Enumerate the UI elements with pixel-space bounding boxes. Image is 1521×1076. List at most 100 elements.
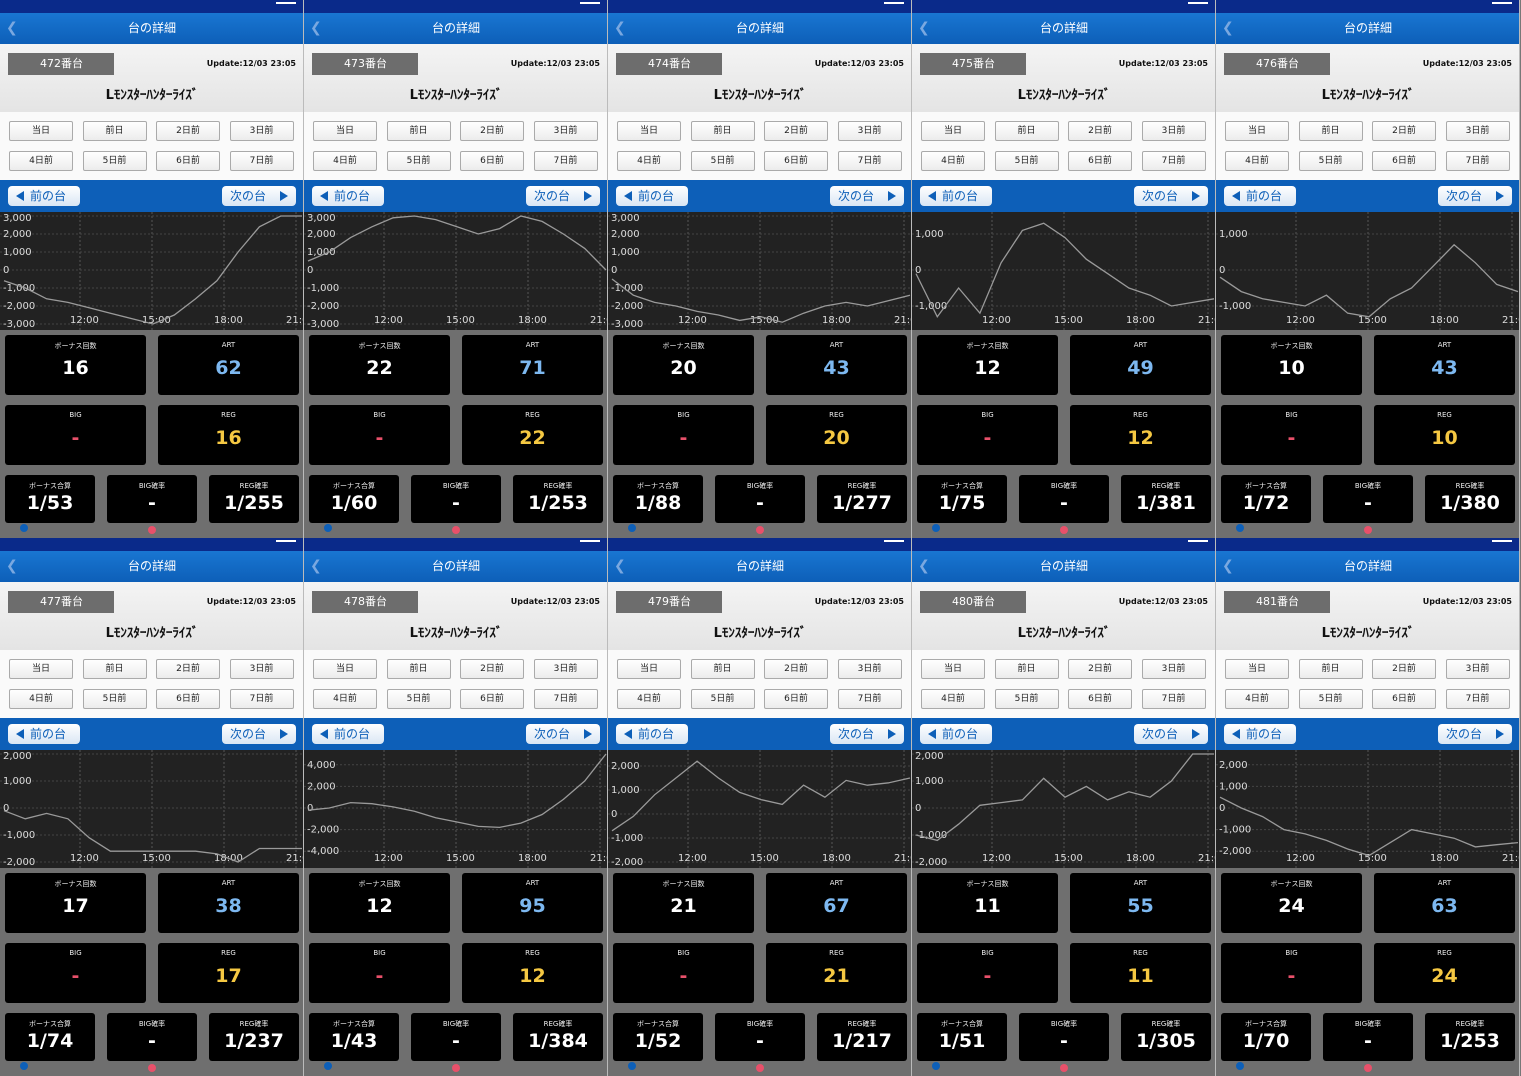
page-dot[interactable]	[932, 524, 940, 532]
next-machine-button[interactable]: 次の台	[222, 186, 296, 206]
page-dot-active[interactable]	[148, 1064, 156, 1072]
day-button[interactable]: 2日前	[156, 659, 220, 679]
day-button[interactable]: 5日前	[1298, 689, 1363, 709]
next-machine-button[interactable]: 次の台	[1438, 724, 1512, 744]
page-dot[interactable]	[1236, 524, 1244, 532]
day-button[interactable]: 3日前	[837, 659, 902, 679]
back-chevron-icon[interactable]: ❮	[6, 551, 18, 582]
day-button[interactable]: 4日前	[1225, 689, 1289, 709]
prev-machine-button[interactable]: 前の台	[1224, 186, 1296, 206]
day-button[interactable]: 7日前	[229, 689, 294, 709]
day-button[interactable]: 前日	[1298, 659, 1363, 679]
page-dot[interactable]	[20, 1062, 28, 1070]
day-button[interactable]: 前日	[994, 121, 1059, 141]
page-dot[interactable]	[324, 1062, 332, 1070]
day-button[interactable]: 当日	[617, 659, 681, 679]
page-dot-active[interactable]	[756, 1064, 764, 1072]
day-button[interactable]: 当日	[9, 121, 73, 141]
page-dot[interactable]	[628, 1062, 636, 1070]
day-button[interactable]: 3日前	[229, 121, 294, 141]
day-button[interactable]: 2日前	[1068, 659, 1132, 679]
day-button[interactable]: 2日前	[156, 121, 220, 141]
menu-icon[interactable]	[580, 2, 600, 4]
day-button[interactable]: 前日	[82, 659, 147, 679]
day-button[interactable]: 4日前	[617, 151, 681, 171]
prev-machine-button[interactable]: 前の台	[8, 724, 80, 744]
day-button[interactable]: 2日前	[764, 659, 828, 679]
prev-machine-button[interactable]: 前の台	[312, 186, 384, 206]
day-button[interactable]: 7日前	[1445, 689, 1510, 709]
day-button[interactable]: 7日前	[1141, 689, 1206, 709]
day-button[interactable]: 5日前	[82, 689, 147, 709]
menu-icon[interactable]	[276, 2, 296, 4]
day-button[interactable]: 6日前	[1372, 689, 1436, 709]
next-machine-button[interactable]: 次の台	[1134, 724, 1208, 744]
day-button[interactable]: 6日前	[1372, 151, 1436, 171]
day-button[interactable]: 2日前	[1068, 121, 1132, 141]
page-dot-active[interactable]	[452, 1064, 460, 1072]
day-button[interactable]: 当日	[313, 659, 377, 679]
next-machine-button[interactable]: 次の台	[222, 724, 296, 744]
day-button[interactable]: 5日前	[994, 151, 1059, 171]
day-button[interactable]: 3日前	[1141, 121, 1206, 141]
next-machine-button[interactable]: 次の台	[830, 186, 904, 206]
prev-machine-button[interactable]: 前の台	[616, 724, 688, 744]
day-button[interactable]: 4日前	[313, 151, 377, 171]
day-button[interactable]: 4日前	[9, 689, 73, 709]
back-chevron-icon[interactable]: ❮	[310, 551, 322, 582]
day-button[interactable]: 前日	[82, 121, 147, 141]
prev-machine-button[interactable]: 前の台	[8, 186, 80, 206]
next-machine-button[interactable]: 次の台	[526, 724, 600, 744]
menu-icon[interactable]	[884, 2, 904, 4]
next-machine-button[interactable]: 次の台	[830, 724, 904, 744]
prev-machine-button[interactable]: 前の台	[312, 724, 384, 744]
prev-machine-button[interactable]: 前の台	[1224, 724, 1296, 744]
menu-icon[interactable]	[884, 540, 904, 542]
next-machine-button[interactable]: 次の台	[526, 186, 600, 206]
page-dot-active[interactable]	[148, 526, 156, 534]
menu-icon[interactable]	[1492, 2, 1512, 4]
menu-icon[interactable]	[580, 540, 600, 542]
day-button[interactable]: 7日前	[229, 151, 294, 171]
prev-machine-button[interactable]: 前の台	[920, 186, 992, 206]
day-button[interactable]: 2日前	[460, 121, 524, 141]
day-button[interactable]: 前日	[690, 659, 755, 679]
day-button[interactable]: 前日	[386, 659, 451, 679]
day-button[interactable]: 前日	[1298, 121, 1363, 141]
day-button[interactable]: 5日前	[994, 689, 1059, 709]
day-button[interactable]: 5日前	[690, 151, 755, 171]
page-dot-active[interactable]	[1364, 1064, 1372, 1072]
prev-machine-button[interactable]: 前の台	[920, 724, 992, 744]
page-dot-active[interactable]	[1364, 526, 1372, 534]
day-button[interactable]: 2日前	[764, 121, 828, 141]
day-button[interactable]: 前日	[690, 121, 755, 141]
day-button[interactable]: 3日前	[837, 121, 902, 141]
day-button[interactable]: 当日	[921, 121, 985, 141]
day-button[interactable]: 5日前	[386, 151, 451, 171]
day-button[interactable]: 3日前	[533, 659, 598, 679]
day-button[interactable]: 当日	[1225, 121, 1289, 141]
back-chevron-icon[interactable]: ❮	[614, 13, 626, 44]
page-dot-active[interactable]	[1060, 526, 1068, 534]
day-button[interactable]: 7日前	[837, 151, 902, 171]
page-dot[interactable]	[324, 524, 332, 532]
day-button[interactable]: 6日前	[460, 151, 524, 171]
day-button[interactable]: 7日前	[533, 151, 598, 171]
day-button[interactable]: 前日	[386, 121, 451, 141]
day-button[interactable]: 当日	[1225, 659, 1289, 679]
page-dot-active[interactable]	[1060, 1064, 1068, 1072]
next-machine-button[interactable]: 次の台	[1134, 186, 1208, 206]
next-machine-button[interactable]: 次の台	[1438, 186, 1512, 206]
page-dot[interactable]	[1236, 1062, 1244, 1070]
back-chevron-icon[interactable]: ❮	[1222, 551, 1234, 582]
day-button[interactable]: 当日	[9, 659, 73, 679]
day-button[interactable]: 7日前	[837, 689, 902, 709]
day-button[interactable]: 6日前	[1068, 151, 1132, 171]
day-button[interactable]: 2日前	[460, 659, 524, 679]
page-dot-active[interactable]	[452, 526, 460, 534]
day-button[interactable]: 6日前	[156, 151, 220, 171]
day-button[interactable]: 2日前	[1372, 659, 1436, 679]
prev-machine-button[interactable]: 前の台	[616, 186, 688, 206]
day-button[interactable]: 当日	[617, 121, 681, 141]
page-dot[interactable]	[628, 524, 636, 532]
